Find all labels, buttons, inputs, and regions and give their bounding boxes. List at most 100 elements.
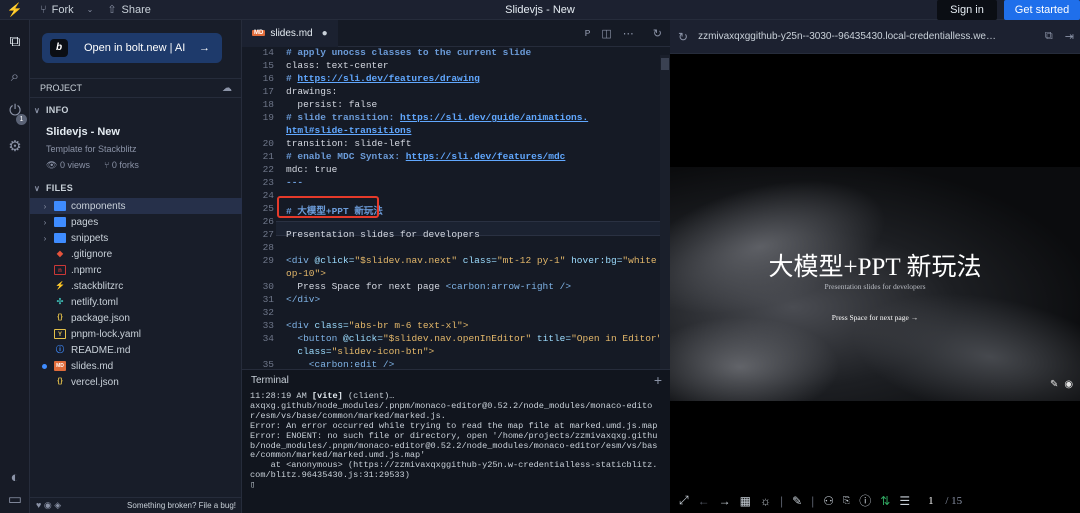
github-icon[interactable]: ◉: [1064, 379, 1073, 390]
info-label: INFO: [46, 105, 69, 115]
git-icon: ◆: [56, 249, 64, 258]
open-in-bolt-button[interactable]: b Open in bolt.new | AI →: [42, 33, 222, 63]
code-tag: <carbon:arrow-right />: [445, 281, 572, 292]
chevron-down-icon[interactable]: ⌄: [87, 5, 94, 14]
panel-toggle-icon[interactable]: ▭: [5, 490, 25, 510]
code-link[interactable]: https://sli.dev/features/drawing: [297, 73, 479, 84]
project-subtitle: Template for Stackblitz: [46, 144, 137, 154]
top-bar: ⚡ ⑂ Fork ⌄ ⇧ Share Slidevjs - New: [0, 0, 1080, 20]
presenter-icon[interactable]: ⚇: [823, 494, 834, 508]
code-link[interactable]: https://sli.dev/guide/animations.: [400, 112, 588, 123]
file-tree-item[interactable]: {} vercel.json: [30, 374, 242, 390]
settings-icon[interactable]: ⚙: [5, 137, 25, 157]
download-icon[interactable]: ☁: [222, 83, 232, 94]
settings-sliders-icon[interactable]: ☰: [899, 494, 910, 508]
report-bug-link[interactable]: Something broken? File a bug!: [127, 501, 236, 510]
code-line: <button @click="$slidev.nav.openInEditor…: [286, 333, 660, 344]
search-icon[interactable]: ⌕: [5, 67, 25, 87]
file-name: netlify.toml: [71, 296, 119, 308]
file-tree-item[interactable]: › components: [30, 198, 242, 214]
json-icon: {}: [57, 378, 63, 385]
project-header[interactable]: PROJECT ☁: [30, 78, 242, 98]
share-icon: ⇧: [107, 4, 117, 16]
files-label: FILES: [46, 183, 74, 193]
line-number: 21: [262, 151, 274, 162]
file-tree-item[interactable]: › pages: [30, 214, 242, 230]
collapse-preview-icon[interactable]: ⇥: [1065, 30, 1074, 43]
forks-stat: ⑂ 0 forks: [104, 160, 139, 171]
line-number: 24: [262, 190, 274, 201]
layout-arrows-icon[interactable]: ⇅: [880, 494, 890, 508]
export-pdf-icon[interactable]: ⎘: [843, 495, 850, 506]
code-line: ---: [286, 177, 303, 188]
terminal-output[interactable]: 11:28:19 AM [vite] (client)… axqxg.githu…: [250, 391, 662, 491]
code-line: class: text-center: [286, 60, 389, 71]
highlight-annotation-box: [277, 196, 379, 218]
file-tree-item[interactable]: ⓘ README.md: [30, 342, 242, 358]
slide-canvas[interactable]: 大模型+PPT 新玩法 Presentation slides for deve…: [670, 167, 1080, 401]
code-line: class="slidev-icon-btn">: [286, 346, 434, 357]
split-view-icon[interactable]: ◫: [601, 27, 611, 40]
files-icon[interactable]: ⧉: [5, 32, 25, 52]
files-section-header[interactable]: ∨ FILES: [30, 180, 242, 196]
code-line: <div @click="$slidev.nav.next" class="mt…: [286, 255, 657, 266]
code-tag: <button: [286, 333, 344, 344]
folder-icon: [54, 217, 66, 227]
sign-in-button[interactable]: Sign in: [937, 0, 997, 20]
info-icon[interactable]: ⓘ: [859, 492, 871, 509]
terminal-title[interactable]: Terminal: [251, 375, 289, 386]
draw-pen-icon[interactable]: ✎: [792, 494, 802, 508]
chevron-down-icon: ∨: [34, 105, 41, 115]
next-page-button[interactable]: Press Space for next page →: [670, 313, 1080, 322]
bolt-icon[interactable]: ⚡: [0, 2, 30, 18]
frontmatter-delimiter: ---: [286, 177, 304, 188]
code-link[interactable]: html#slide-transitions: [286, 125, 411, 136]
arrow-left-icon[interactable]: ←: [698, 494, 710, 508]
code-attr: @click=: [343, 333, 383, 344]
code-link[interactable]: https://sli.dev/features/mdc: [406, 151, 566, 162]
preview-markdown-icon[interactable]: ᴘ: [585, 27, 591, 40]
scrollbar-thumb[interactable]: [661, 58, 669, 70]
unsaved-dot-icon[interactable]: ●: [322, 28, 328, 39]
sidebar: b Open in bolt.new | AI → PROJECT ☁ ∨ IN…: [30, 20, 242, 513]
file-tree-item[interactable]: {} package.json: [30, 310, 242, 326]
file-tree-item[interactable]: ◆ .gitignore: [30, 246, 242, 262]
file-tree-item[interactable]: n .npmrc: [30, 262, 242, 278]
open-in-new-tab-icon[interactable]: ⧉: [1045, 30, 1053, 43]
file-tree-item[interactable]: ⚡ .stackblitzrc: [30, 278, 242, 294]
theme-sun-icon[interactable]: ☼: [760, 494, 771, 508]
tab-slides-md[interactable]: MD slides.md ●: [242, 19, 338, 47]
slide-title: 大模型+PPT 新玩法: [768, 254, 982, 281]
notification-badge: 1: [16, 114, 27, 125]
edit-icon[interactable]: ✎: [1050, 379, 1058, 390]
line-number: 18: [262, 99, 274, 110]
more-icon[interactable]: ⋯: [623, 27, 634, 40]
preview-url[interactable]: zzmivaxqxggithub-y25n--3030--96435430.lo…: [698, 31, 1028, 42]
fullscreen-icon[interactable]: ⤢: [679, 493, 689, 508]
arrow-right-icon[interactable]: →: [719, 494, 731, 508]
file-tree-item[interactable]: ✣ netlify.toml: [30, 294, 242, 310]
overview-grid-icon[interactable]: ▦: [740, 494, 751, 508]
file-tree-item[interactable]: › snippets: [30, 230, 242, 246]
file-tree-item[interactable]: MD slides.md: [30, 358, 242, 374]
share-button[interactable]: ⇧ Share: [107, 3, 151, 17]
refresh-icon[interactable]: ↻: [653, 27, 662, 40]
get-started-button[interactable]: Get started: [1004, 0, 1080, 20]
file-tree-item[interactable]: Ypnpm-lock.yaml: [30, 326, 242, 342]
fork-icon: ⑂: [40, 3, 47, 16]
netlify-icon: ✣: [56, 297, 64, 306]
social-icons[interactable]: ♥ ◉ ◈: [36, 500, 61, 511]
file-name: components: [71, 200, 126, 212]
line-number: 35: [262, 359, 274, 369]
refresh-icon[interactable]: ↻: [678, 30, 688, 44]
sidebar-footer: ♥ ◉ ◈ Something broken? File a bug!: [30, 497, 242, 513]
info-section-header[interactable]: ∨ INFO: [30, 102, 242, 118]
comment-text: # enable MDC Syntax:: [286, 151, 406, 162]
fork-button[interactable]: ⑂ Fork ⌄: [40, 4, 93, 16]
preview-panel: 大模型+PPT 新玩法 Presentation slides for deve…: [670, 54, 1080, 513]
theme-toggle-icon[interactable]: ◐: [5, 468, 25, 488]
code-line: # https://sli.dev/features/drawing: [286, 73, 480, 84]
comment-text: #: [286, 73, 298, 84]
add-terminal-icon[interactable]: +: [654, 372, 662, 388]
editor-scrollbar[interactable]: [660, 55, 670, 369]
